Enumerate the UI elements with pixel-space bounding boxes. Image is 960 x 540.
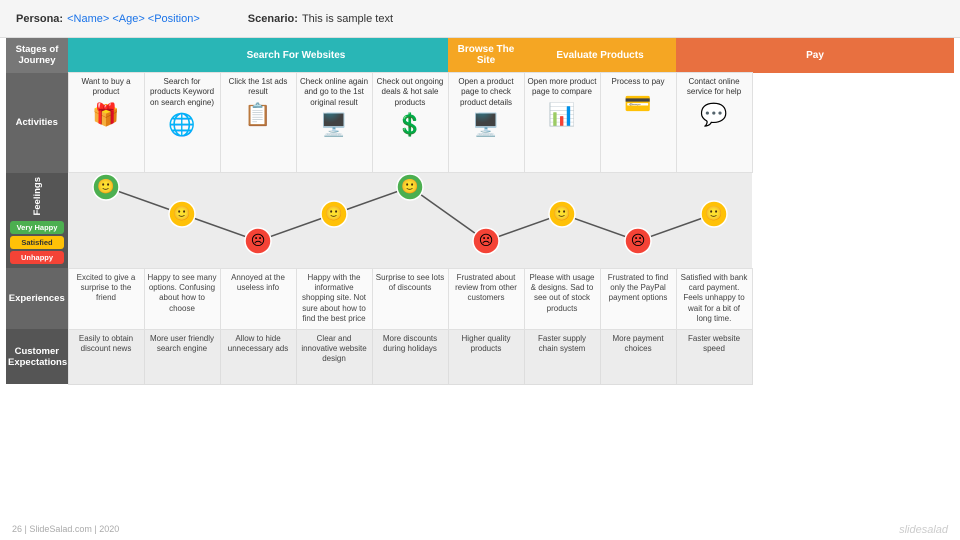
experience-3: Annoyed at the useless info — [220, 268, 296, 329]
activity-text-8: Process to pay — [604, 77, 673, 87]
expectation-5: More discounts during holidays — [372, 329, 448, 384]
experiences-label: Experiences — [6, 268, 68, 329]
activity-cell-4: Check online again and go to the 1st ori… — [296, 73, 372, 173]
svg-text:🙂: 🙂 — [705, 205, 722, 221]
activity-text-3: Click the 1st ads result — [224, 77, 293, 98]
activity-icon-3: 📋 — [224, 102, 293, 128]
activity-icon-5: 💲 — [376, 112, 445, 138]
activity-icon-4: 🖥️ — [300, 112, 369, 138]
activity-text-4: Check online again and go to the 1st ori… — [300, 77, 369, 108]
expectation-1: Easily to obtain discount news — [68, 329, 144, 384]
scenario-value: This is sample text — [302, 13, 393, 25]
activity-icon-9: 💬 — [680, 102, 749, 128]
activity-cell-8: Process to pay 💳 — [600, 73, 676, 173]
activity-text-2: Search for products Keyword on search en… — [148, 77, 217, 108]
persona-value: <Name> <Age> <Position> — [67, 13, 200, 25]
activity-cell-3: Click the 1st ads result 📋 — [220, 73, 296, 173]
feelings-chart-area: 🙂 🙂 ☹ 🙂 🙂 — [68, 173, 752, 269]
activity-cell-5: Check out ongoing deals & hot sale produ… — [372, 73, 448, 173]
expectations-label: Customer Expectations — [6, 329, 68, 384]
stage-motivation — [68, 38, 144, 73]
activity-icon-8: 💳 — [604, 91, 673, 117]
scenario-label: Scenario: — [248, 13, 298, 25]
experience-2: Happy to see many options. Confusing abo… — [144, 268, 220, 329]
footer-left: 26 | SlideSalad.com | 2020 — [12, 524, 119, 536]
footer-right: slidesalad — [899, 524, 948, 536]
expectation-8: More payment choices — [600, 329, 676, 384]
stage-evaluate: Evaluate Products — [524, 38, 676, 73]
experience-1: Excited to give a surprise to the friend — [68, 268, 144, 329]
stage-browse: Browse The Site — [448, 38, 524, 73]
expectation-2: More user friendly search engine — [144, 329, 220, 384]
activity-cell-1: Want to buy a product 🎁 — [68, 73, 144, 173]
activity-text-1: Want to buy a product — [72, 77, 141, 98]
experience-6: Frustrated about review from other custo… — [448, 268, 524, 329]
svg-text:☹: ☹ — [479, 232, 494, 248]
activity-cell-2: Search for products Keyword on search en… — [144, 73, 220, 173]
badge-very-happy: Very Happy — [10, 221, 64, 234]
expectation-9: Faster website speed — [676, 329, 752, 384]
activity-cell-6: Open a product page to check product det… — [448, 73, 524, 173]
activity-icon-7: 📊 — [528, 102, 597, 128]
activities-label: Activities — [6, 73, 68, 173]
activity-text-9: Contact online service for help — [680, 77, 749, 98]
expectation-6: Higher quality products — [448, 329, 524, 384]
experience-9: Satisfied with bank card payment. Feels … — [676, 268, 752, 329]
expectation-7: Faster supply chain system — [524, 329, 600, 384]
svg-text:🙂: 🙂 — [325, 205, 342, 221]
stages-of-journey-label: Stages of Journey — [6, 38, 68, 73]
stage-search: Search For Websites — [144, 38, 448, 73]
activity-icon-2: 🌐 — [148, 112, 217, 138]
experience-4: Happy with the informative shopping site… — [296, 268, 372, 329]
feelings-section-label: Feelings Very Happy Satisfied Unhappy — [6, 173, 68, 269]
activity-cell-7: Open more product page to compare 📊 — [524, 73, 600, 173]
svg-text:🙂: 🙂 — [401, 178, 418, 194]
persona-label: Persona: — [16, 13, 63, 25]
experience-7: Please with usage & designs. Sad to see … — [524, 268, 600, 329]
activity-text-5: Check out ongoing deals & hot sale produ… — [376, 77, 445, 108]
svg-text:☹: ☹ — [631, 232, 646, 248]
expectation-4: Clear and innovative website design — [296, 329, 372, 384]
activity-icon-1: 🎁 — [72, 102, 141, 128]
activity-text-6: Open a product page to check product det… — [452, 77, 521, 108]
experience-5: Surprise to see lots of discounts — [372, 268, 448, 329]
expectation-3: Allow to hide unnecessary ads — [220, 329, 296, 384]
activity-cell-9: Contact online service for help 💬 — [676, 73, 752, 173]
stage-pay: Pay — [676, 38, 954, 73]
svg-text:🙂: 🙂 — [553, 205, 570, 221]
activity-icon-6: 🖥️ — [452, 112, 521, 138]
badge-unhappy: Unhappy — [10, 251, 64, 264]
feelings-label: Feelings — [32, 177, 43, 216]
feelings-line-chart: 🙂 🙂 ☹ 🙂 🙂 — [68, 173, 752, 255]
experience-8: Frustrated to find only the PayPal payme… — [600, 268, 676, 329]
svg-text:☹: ☹ — [251, 232, 266, 248]
activity-text-7: Open more product page to compare — [528, 77, 597, 98]
svg-text:🙂: 🙂 — [97, 178, 114, 194]
svg-text:🙂: 🙂 — [173, 205, 190, 221]
badge-satisfied: Satisfied — [10, 236, 64, 249]
